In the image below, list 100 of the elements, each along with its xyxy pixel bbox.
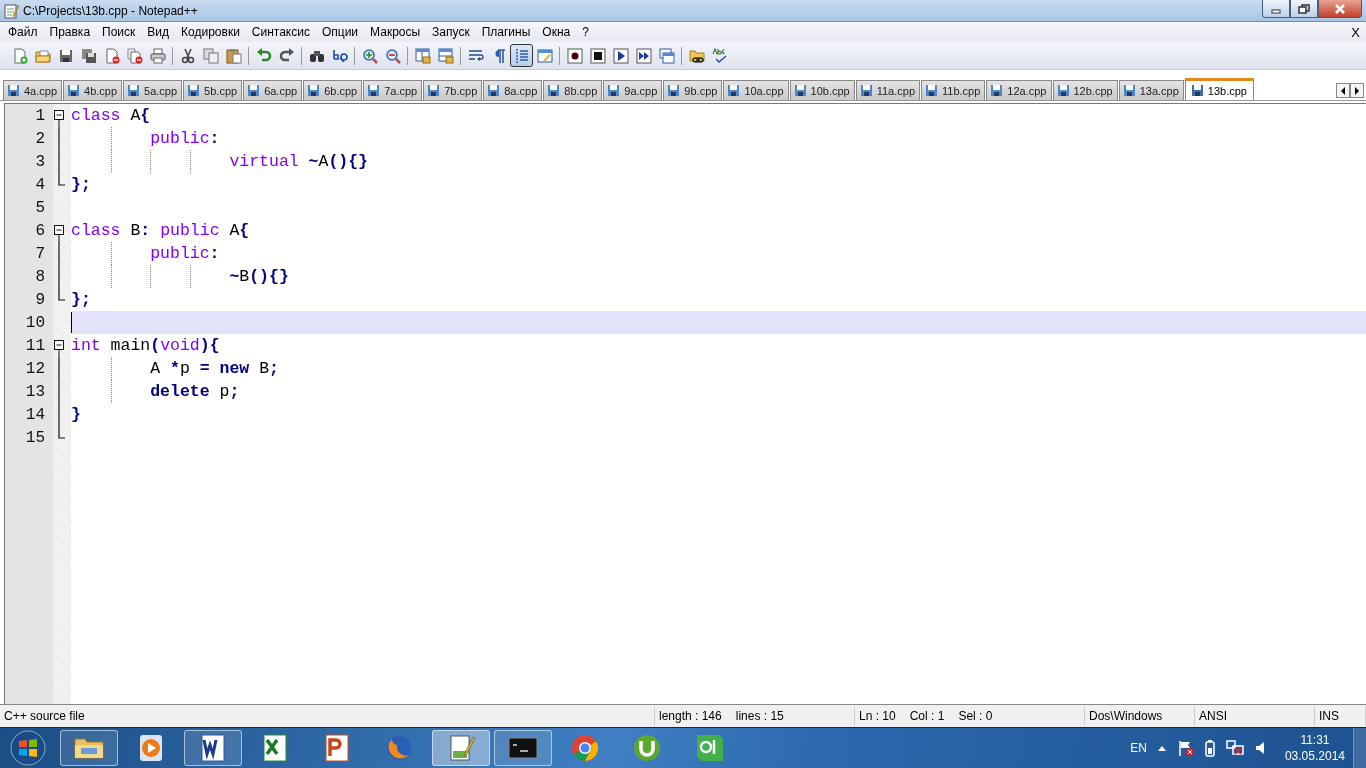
file-tab[interactable]: 12a.cpp (986, 80, 1052, 100)
file-tab[interactable]: 8a.cpp (483, 80, 543, 100)
menu-item[interactable]: ? (576, 25, 595, 39)
code-line: public: (71, 242, 220, 265)
language-indicator[interactable]: EN (1130, 741, 1147, 755)
scroll-left-button[interactable] (1336, 83, 1350, 98)
file-tab[interactable]: 6a.cpp (243, 80, 303, 100)
status-text: C++ source file (4, 709, 85, 723)
menu-item[interactable]: Вид (141, 25, 176, 39)
indent-guide-button[interactable] (510, 44, 533, 67)
file-tab[interactable]: 5a.cpp (123, 80, 183, 100)
line-number: 8 (34, 267, 45, 286)
menu-item[interactable]: Файл (2, 25, 44, 39)
line-number: 11 (24, 336, 45, 355)
menu-item[interactable]: Запуск (426, 25, 476, 39)
folder-chain-icon (688, 47, 705, 64)
code-line: delete p; (71, 380, 240, 403)
menu-item[interactable]: Синтаксис (245, 25, 316, 39)
new-file-icon (11, 47, 28, 64)
close-file-icon (103, 47, 120, 64)
file-tab[interactable]: 10b.cpp (789, 80, 855, 100)
copy-icon (202, 47, 219, 64)
fold-minus-icon[interactable] (54, 225, 64, 242)
zoom-in-icon (361, 47, 378, 64)
minimize-button[interactable] (1262, 0, 1290, 18)
printer-icon (149, 47, 166, 64)
file-tab[interactable]: 11b.cpp (921, 80, 986, 100)
flag-error-icon[interactable] (1176, 739, 1195, 757)
close-icon (1334, 3, 1346, 14)
code-line: A *p = new B; (71, 357, 279, 380)
menu-item[interactable]: Плагины (475, 25, 537, 39)
clock-time[interactable]: 11:31 (1300, 732, 1330, 748)
indent-guide-icon (513, 47, 530, 64)
text-cursor (71, 312, 72, 333)
line-number: 10 (24, 313, 45, 332)
zoom-out-icon (384, 47, 401, 64)
file-tab[interactable]: 11a.cpp (855, 80, 920, 100)
file-tab[interactable]: 4b.cpp (63, 80, 123, 100)
battery-icon[interactable] (1204, 739, 1215, 757)
line-number: 5 (34, 198, 45, 217)
code-line: }; (71, 289, 91, 311)
line-number: 1 (34, 106, 45, 125)
file-tab[interactable]: 9a.cpp (603, 80, 663, 100)
folder-icon (34, 47, 51, 64)
scroll-right-button[interactable] (1350, 83, 1364, 98)
taskbar-app-button[interactable] (184, 730, 242, 766)
status-text: Ln : 10 (859, 709, 896, 723)
split-window-lock-icon (414, 47, 431, 64)
menu-item[interactable]: Правка (43, 25, 97, 39)
redo-icon (278, 47, 295, 64)
network-error-icon[interactable] (1224, 739, 1245, 757)
line-number: 9 (34, 290, 45, 309)
file-tab[interactable]: 7b.cpp (423, 80, 483, 100)
close-files-icon (126, 47, 143, 64)
panel-icon (536, 47, 553, 64)
replace-icon (331, 47, 348, 64)
clock-date[interactable]: 03.05.2014 (1284, 748, 1345, 764)
fold-minus-icon[interactable] (54, 340, 64, 357)
left-arrow-icon (1340, 86, 1346, 95)
close-document-button[interactable]: X (1351, 24, 1360, 40)
restore-icon (1298, 3, 1310, 14)
file-tab[interactable]: 9b.cpp (663, 80, 723, 100)
show-hidden-icons-icon[interactable] (1156, 744, 1167, 752)
right-arrow-icon (1354, 86, 1360, 95)
file-tab[interactable]: 8b.cpp (543, 80, 603, 100)
clipboard-icon (225, 47, 242, 64)
window-title: C:\Projects\13b.cpp - Notepad++ (23, 3, 198, 18)
menu-item[interactable]: Поиск (96, 25, 142, 39)
taskbar-app-button[interactable] (494, 730, 552, 766)
line-number: 12 (24, 359, 45, 378)
fast-forward-icon (635, 47, 652, 64)
file-tab[interactable]: 7a.cpp (363, 80, 423, 100)
file-tab[interactable]: 4a.cpp (3, 80, 63, 100)
file-tab[interactable]: 13a.cpp (1118, 80, 1184, 100)
menu-item[interactable]: Кодировки (175, 25, 246, 39)
close-button[interactable] (1318, 0, 1362, 18)
fold-minus-icon[interactable] (54, 110, 64, 127)
status-text: length : 146 (659, 709, 722, 723)
restore-button[interactable] (1290, 0, 1318, 18)
file-tab[interactable]: 6b.cpp (303, 80, 363, 100)
status-text: Col : 1 (909, 709, 945, 723)
menu-item[interactable]: Окна (536, 25, 577, 39)
split-window-lock-icon (437, 47, 454, 64)
scissors-icon (179, 47, 196, 64)
status-text: INS (1319, 709, 1339, 723)
status-text: Dos\Windows (1089, 709, 1163, 723)
code-line: class B: public A{ (71, 220, 250, 242)
code-line: class A{ (71, 105, 151, 127)
file-tab[interactable]: 13b.cpp (1184, 78, 1254, 100)
line-number: 2 (34, 129, 45, 148)
file-tab[interactable]: 5b.cpp (183, 80, 243, 100)
line-number: 15 (24, 428, 45, 447)
menu-item[interactable]: Макросы (364, 25, 427, 39)
speaker-icon[interactable] (1254, 739, 1267, 757)
file-tab[interactable]: 12b.cpp (1052, 80, 1118, 100)
status-text: Sel : 0 (958, 709, 993, 723)
code-line: } (71, 404, 81, 426)
menu-item[interactable]: Опции (315, 25, 365, 39)
file-tab[interactable]: 10a.cpp (723, 80, 789, 100)
line-number: 13 (24, 382, 45, 401)
